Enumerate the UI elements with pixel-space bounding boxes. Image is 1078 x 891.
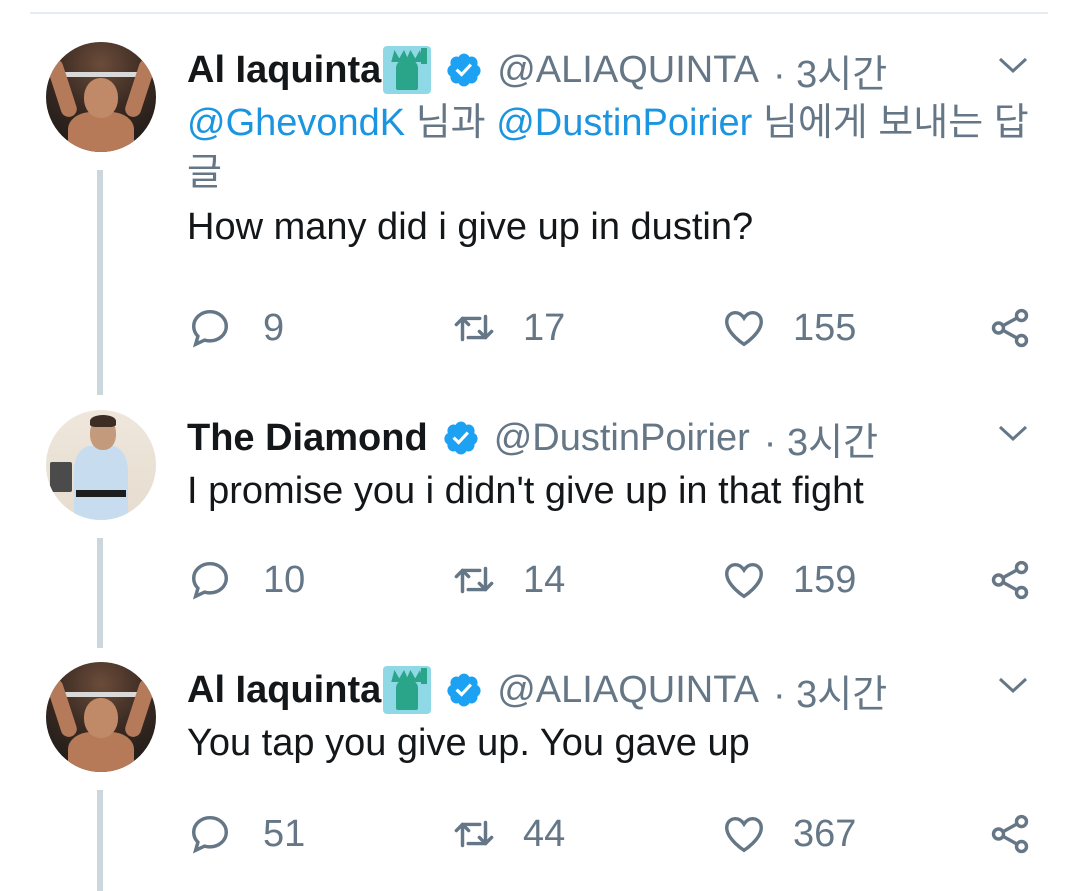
avatar[interactable]	[46, 410, 156, 520]
like-count: 367	[793, 812, 857, 855]
reply-icon	[191, 815, 229, 854]
display-name[interactable]: Al Iaquinta	[187, 49, 381, 92]
handle[interactable]: @ALIAQUINTA	[497, 669, 759, 712]
like-count: 155	[793, 306, 857, 349]
like-button[interactable]: 367	[721, 804, 856, 864]
share-icon	[991, 814, 1029, 854]
mention-link[interactable]: @DustinPoirier	[496, 102, 752, 144]
retweet-count: 14	[523, 558, 566, 601]
tweet-header: Al Iaquinta @ALIAQUINTA · 3시간	[187, 660, 1038, 720]
retweet-icon	[454, 820, 494, 848]
reply-count: 10	[263, 558, 306, 601]
handle[interactable]: @ALIAQUINTA	[497, 49, 759, 92]
share-icon	[991, 308, 1029, 348]
retweet-count: 44	[523, 812, 566, 855]
like-count: 159	[793, 558, 857, 601]
top-divider	[30, 12, 1048, 14]
replying-to: @GhevondK 님과 @DustinPoirier 님에게 보내는 답글	[187, 102, 1029, 194]
statue-of-liberty-icon	[383, 666, 432, 714]
retweet-icon	[454, 314, 494, 342]
tweet-text: How many did i give up in dustin?	[187, 206, 754, 248]
retweet-button[interactable]: 17	[451, 298, 565, 358]
reply-icon	[191, 561, 229, 600]
share-button[interactable]	[987, 550, 1033, 610]
display-name[interactable]: Al Iaquinta	[187, 669, 381, 712]
like-button[interactable]: 159	[721, 550, 856, 610]
share-icon	[991, 560, 1029, 600]
heart-icon	[725, 816, 763, 853]
thread-line	[97, 790, 103, 891]
retweet-button[interactable]: 14	[451, 550, 565, 610]
share-button[interactable]	[987, 298, 1033, 358]
avatar[interactable]	[46, 662, 156, 772]
like-button[interactable]: 155	[721, 298, 856, 358]
reply-count: 51	[263, 812, 306, 855]
verified-badge-icon	[444, 421, 478, 455]
reply-icon	[191, 309, 229, 348]
reply-count: 9	[263, 306, 285, 349]
heart-icon	[725, 562, 763, 599]
retweet-count: 17	[523, 306, 566, 349]
tweet-text: I promise you i didn't give up in that f…	[187, 470, 864, 512]
chevron-down-icon[interactable]	[996, 420, 1030, 446]
display-name[interactable]: The Diamond	[187, 417, 428, 460]
tweet-header: Al Iaquinta @ALIAQUINTA · 3시간	[187, 40, 1038, 100]
retweet-button[interactable]: 44	[451, 804, 565, 864]
verified-badge-icon	[447, 673, 481, 707]
retweet-icon	[454, 566, 494, 594]
avatar[interactable]	[46, 42, 156, 152]
reply-button[interactable]: 10	[187, 550, 305, 610]
handle[interactable]: @DustinPoirier	[494, 417, 750, 460]
chevron-down-icon[interactable]	[996, 52, 1030, 78]
share-button[interactable]	[987, 804, 1033, 864]
thread-line	[97, 170, 103, 395]
timestamp[interactable]: · 3시간	[773, 43, 887, 98]
chevron-down-icon[interactable]	[996, 672, 1030, 698]
tweet-header: The Diamond @DustinPoirier · 3시간	[187, 408, 1038, 468]
timestamp[interactable]: · 3시간	[764, 411, 878, 466]
reply-button[interactable]: 9	[187, 298, 284, 358]
mention-link[interactable]: @GhevondK	[187, 102, 405, 144]
reply-button[interactable]: 51	[187, 804, 305, 864]
heart-icon	[725, 310, 763, 347]
timestamp[interactable]: · 3시간	[773, 663, 887, 718]
thread-line	[97, 538, 103, 648]
verified-badge-icon	[447, 53, 481, 87]
statue-of-liberty-icon	[383, 46, 432, 94]
tweet-text: You tap you give up. You gave up	[187, 722, 750, 764]
